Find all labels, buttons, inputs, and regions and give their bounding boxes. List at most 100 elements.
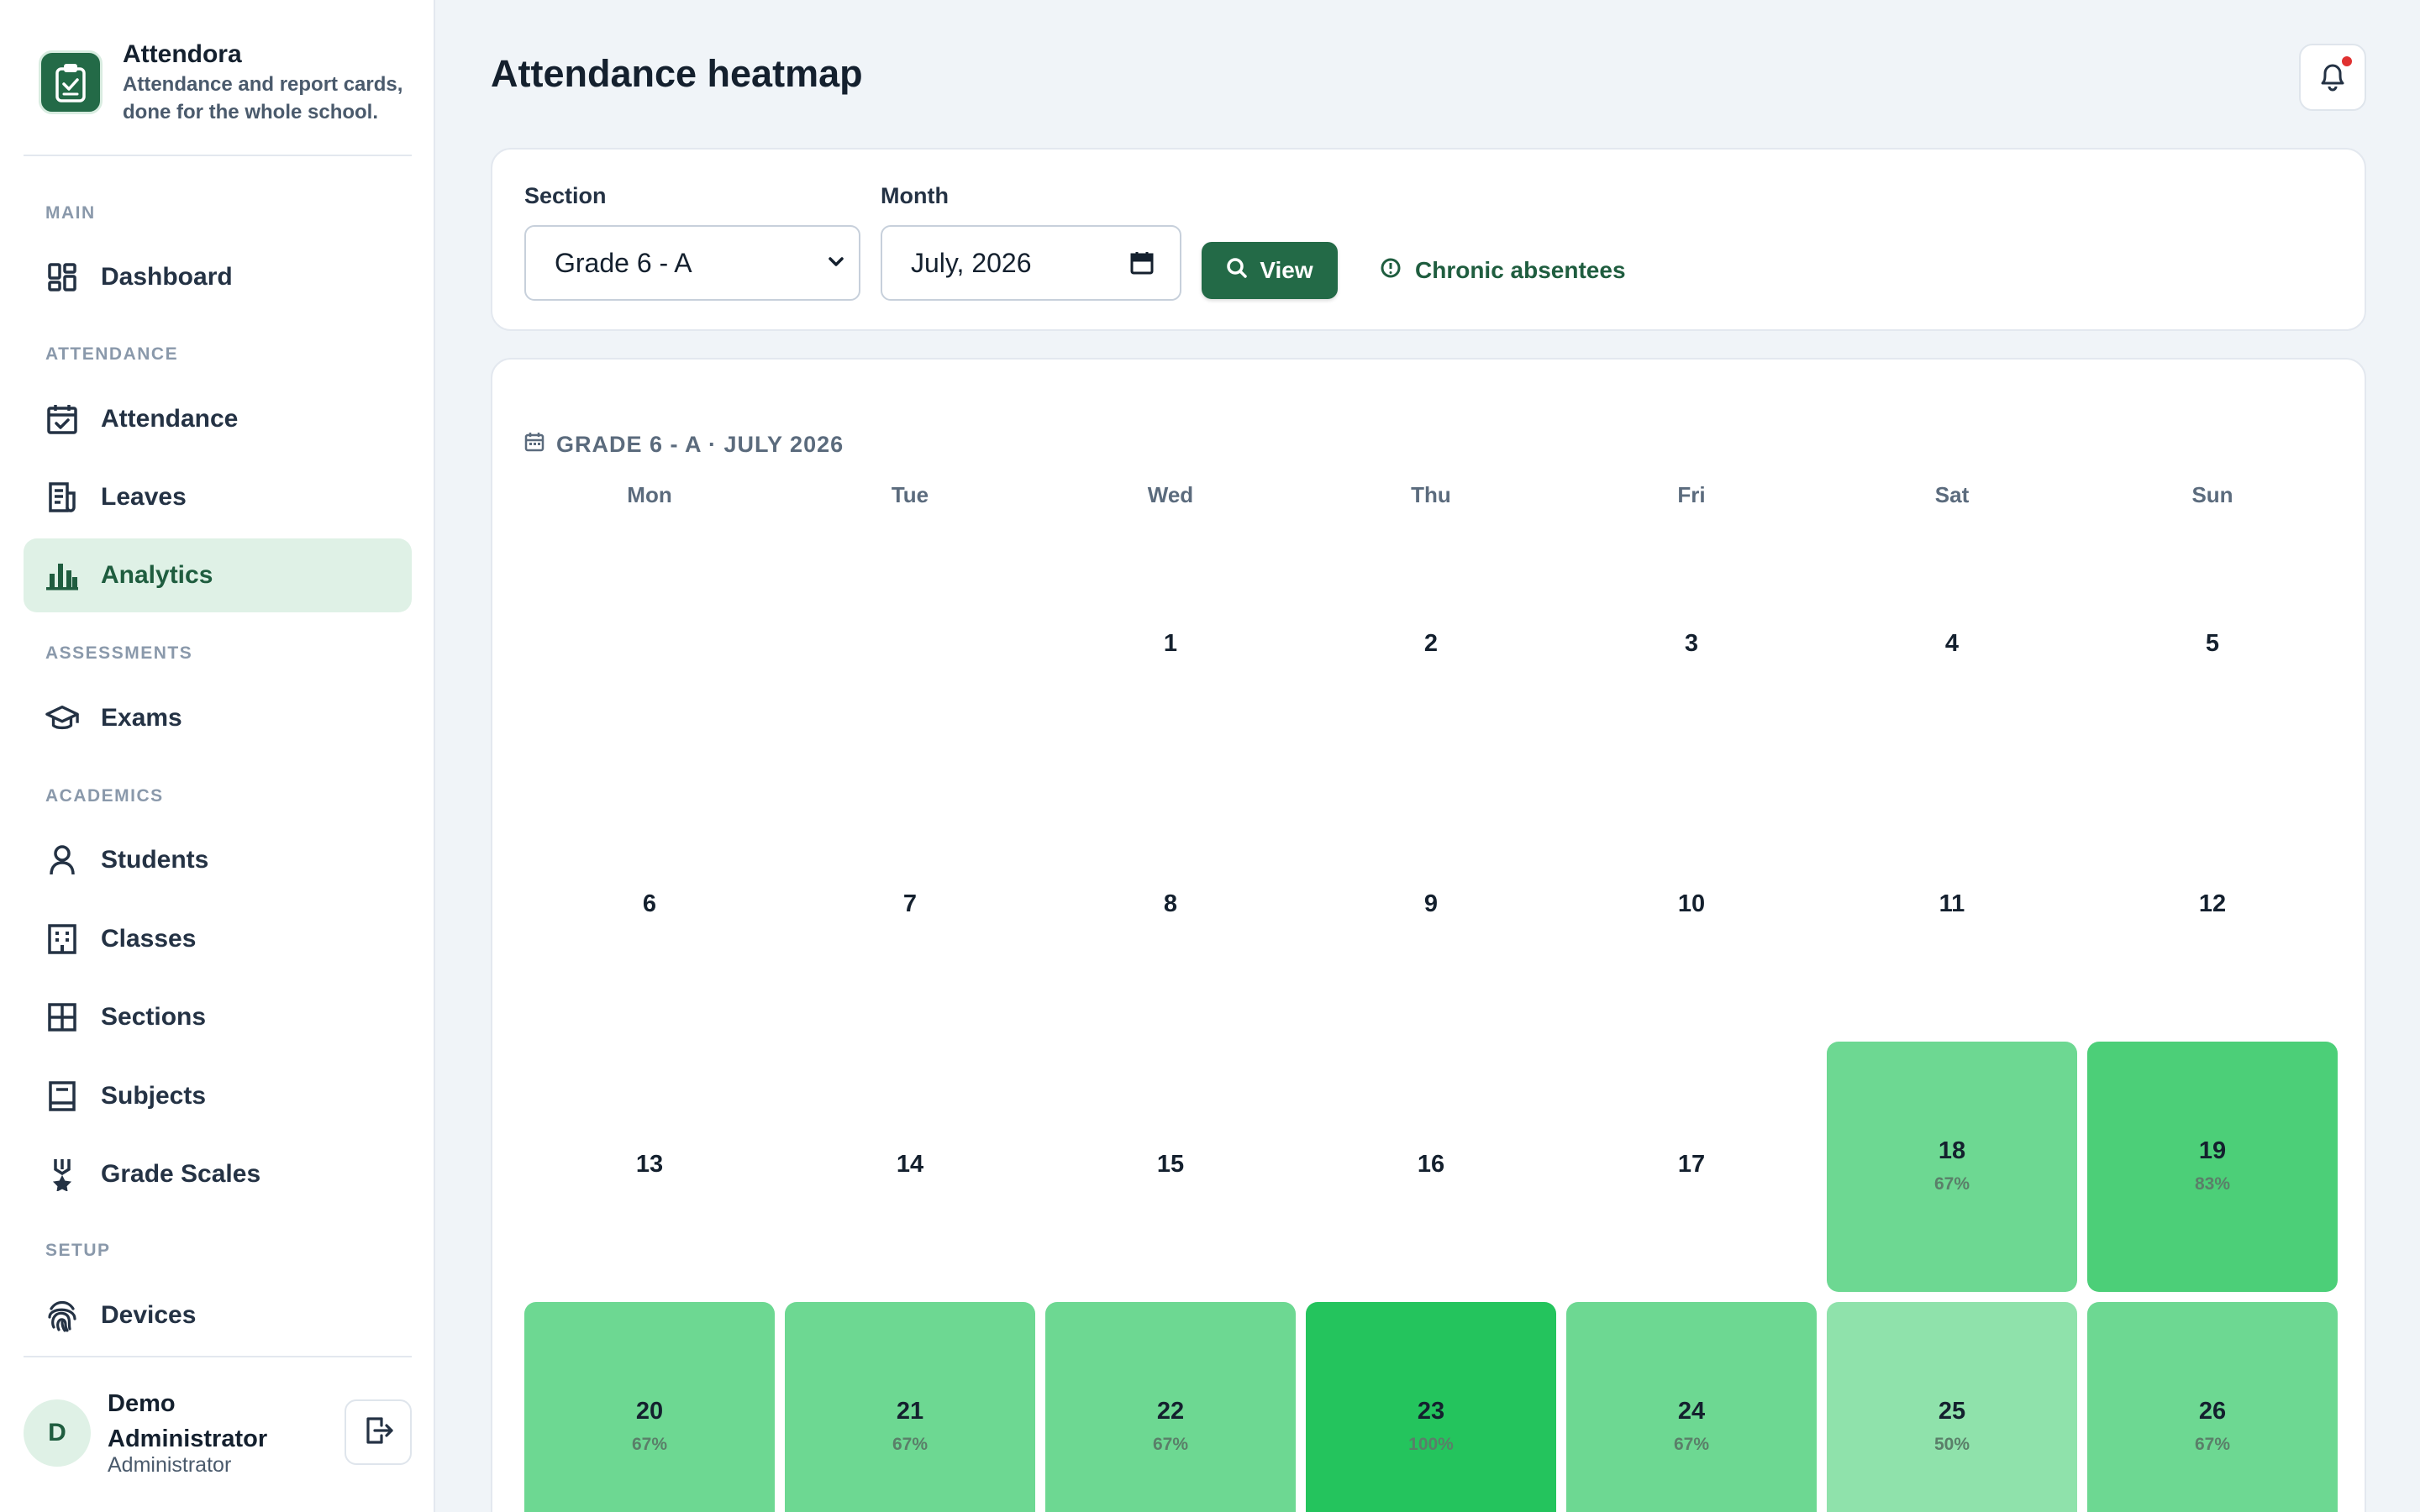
calendar-day-12[interactable]: 12 [2087,781,2338,1032]
calendar-day-17[interactable]: 17 [1566,1042,1817,1292]
sidebar-item-devices[interactable]: Devices [24,1278,412,1352]
calendar-day-3[interactable]: 3 [1566,521,1817,771]
calendar-day-number: 9 [1423,890,1439,917]
calendar-day-2[interactable]: 2 [1306,521,1556,771]
calendar-day-number: 10 [1677,890,1706,917]
heatmap-calendar: GRADE 6 - A · JULY 2026 Mon Tue Wed Thu Fri S… [491,358,2366,1512]
calendar-day-number: 17 [1677,1151,1706,1178]
section-select[interactable]: Grade 6 - A [524,225,860,301]
clipboard-icon [39,50,103,114]
sidebar-item-students[interactable]: Students [24,823,412,897]
calendar-day-percentage: 67% [631,1435,668,1454]
notifications-button[interactable] [2299,44,2366,111]
calendar-day-23[interactable]: 23 100% [1306,1302,1556,1512]
nav-section-attendance: ATTENDANCE [45,344,179,364]
month-input[interactable]: July, 2026 [881,225,1181,301]
calendar-day-16[interactable]: 16 [1306,1042,1556,1292]
dashboard-icon [45,260,79,294]
calendar-day-19[interactable]: 19 83% [2087,1042,2338,1292]
calendar-day-number: 23 [1417,1398,1445,1425]
fingerprint-icon [45,1299,79,1332]
calendar-day-18[interactable]: 18 67% [1827,1042,2077,1292]
calendar-day-9[interactable]: 9 [1306,781,1556,1032]
sidebar-item-grade-scales[interactable]: Grade Scales [24,1137,412,1211]
sidebar-item-classes[interactable]: Classes [24,902,412,976]
month-input-value: July, 2026 [911,248,1032,278]
calendar-day-percentage: 50% [1933,1435,1970,1454]
avatar: D [24,1399,91,1467]
user-name: Demo Administrator [108,1390,268,1452]
calendar-day-13[interactable]: 13 [524,1042,775,1292]
chevron-down-icon [827,252,845,275]
calendar-day-26[interactable]: 26 67% [2087,1302,2338,1512]
calendar-title-text: GRADE 6 - A · JULY 2026 [556,432,844,457]
calendar-icon[interactable] [1129,250,1155,280]
calendar-day-6[interactable]: 6 [524,781,775,1032]
sidebar-item-label: Subjects [101,1082,207,1110]
calendar-day-percentage: 67% [1673,1435,1710,1454]
sidebar-item-sections[interactable]: Sections [24,980,412,1054]
calendar-day-percentage: 67% [2194,1435,2231,1454]
section-label: Section [524,183,607,208]
calendar-day-number: 20 [635,1398,664,1425]
sidebar-item-label: Leaves [101,483,187,511]
weekday-header-fri: Fri [1677,482,1706,507]
calendar-day-20[interactable]: 20 67% [524,1302,775,1512]
month-label: Month [881,183,949,208]
weekday-header-sun: Sun [2191,482,2233,507]
calendar-day-percentage: 67% [892,1435,929,1454]
calendar-day-1[interactable]: 1 [1045,521,1296,771]
calendar-day-number: 13 [635,1151,664,1178]
sidebar: Attendora Attendance and report cards, d… [0,0,435,1512]
sidebar-item-leaves[interactable]: Leaves [24,460,412,534]
logout-button[interactable] [345,1399,412,1465]
calendar-day-5[interactable]: 5 [2087,521,2338,771]
calendar-day-number: 8 [1163,890,1178,917]
calendar-day-8[interactable]: 8 [1045,781,1296,1032]
nav-section-main: MAIN [45,203,96,223]
calendar-day-22[interactable]: 22 67% [1045,1302,1296,1512]
calendar-day-number: 4 [1944,630,1960,657]
weekday-header-wed: Wed [1147,482,1194,507]
document-icon [45,480,79,514]
logout-icon [363,1415,393,1450]
sidebar-item-analytics[interactable]: Analytics [24,538,412,612]
calendar-day-11[interactable]: 11 [1827,781,2077,1032]
calendar-day-15[interactable]: 15 [1045,1042,1296,1292]
section-select-value: Grade 6 - A [555,248,692,278]
brand-name: Attendora [123,40,242,68]
sidebar-item-label: Students [101,846,209,874]
calendar-day-25[interactable]: 25 50% [1827,1302,2077,1512]
calendar-title: GRADE 6 - A · JULY 2026 [524,432,844,458]
notification-badge [2339,54,2354,69]
sidebar-item-label: Attendance [101,405,239,433]
alert-circle-icon [1380,257,1402,285]
sidebar-item-label: Exams [101,704,182,732]
chronic-absentees-link[interactable]: Chronic absentees [1380,242,1626,299]
calendar-day-14[interactable]: 14 [785,1042,1035,1292]
sidebar-item-label: Grade Scales [101,1160,261,1188]
calendar-day-10[interactable]: 10 [1566,781,1817,1032]
book-icon [45,1079,79,1113]
calendar-day-percentage: 100% [1408,1435,1454,1454]
calendar-day-number: 11 [1939,890,1965,917]
weekday-header-tue: Tue [891,482,929,507]
calendar-day-24[interactable]: 24 67% [1566,1302,1817,1512]
calendar-day-number: 3 [1684,630,1699,657]
chronic-absentees-label: Chronic absentees [1415,257,1626,283]
calendar-day-number: 25 [1938,1398,1966,1425]
calendar-day-21[interactable]: 21 67% [785,1302,1035,1512]
weekday-header-mon: Mon [627,482,672,507]
sidebar-item-subjects[interactable]: Subjects [24,1059,412,1133]
nav-section-academics: ACADEMICS [45,786,164,806]
view-button[interactable]: View [1202,242,1338,299]
calendar-day-number: 7 [902,890,918,917]
sidebar-item-attendance[interactable]: Attendance [24,382,412,456]
calendar-day-4[interactable]: 4 [1827,521,2077,771]
person-icon [45,843,79,877]
sidebar-item-exams[interactable]: Exams [24,681,412,755]
calendar-day-number: 18 [1938,1137,1966,1164]
calendar-day-7[interactable]: 7 [785,781,1035,1032]
sidebar-item-label: Sections [101,1003,207,1031]
sidebar-item-dashboard[interactable]: Dashboard [24,240,412,314]
